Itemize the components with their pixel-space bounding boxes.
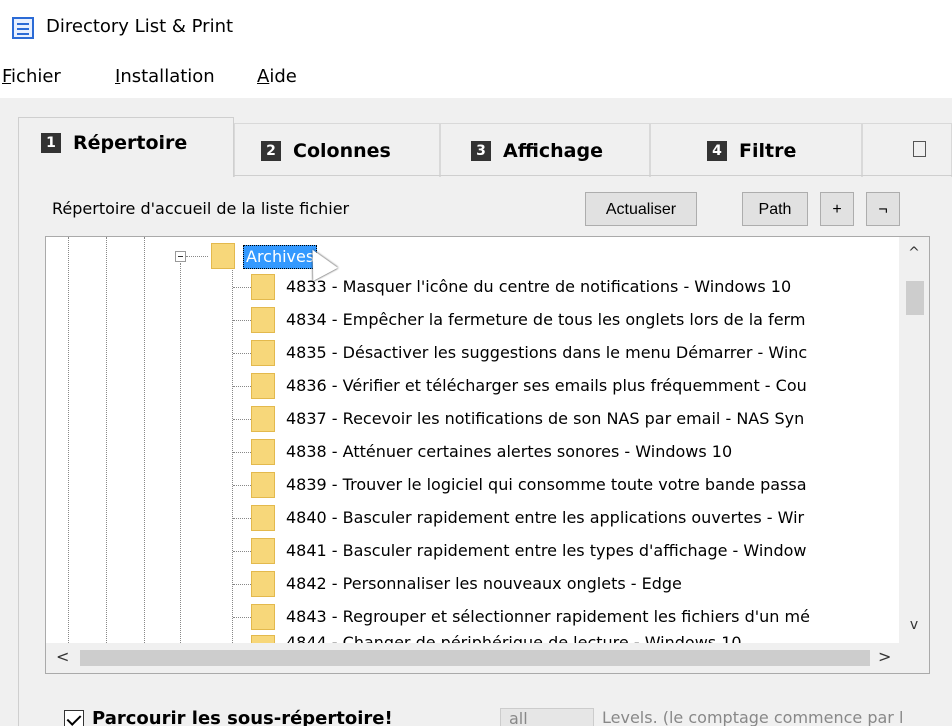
tab-colonnes[interactable]: 2 Colonnes <box>234 123 440 177</box>
folder-icon <box>251 406 275 432</box>
title-bar: Directory List & Print <box>0 0 952 62</box>
list-item[interactable]: 4834 - Empêcher la fermeture de tous les… <box>286 303 805 336</box>
app-list-icon <box>12 17 34 39</box>
folder-icon <box>251 571 275 597</box>
folder-icon <box>251 538 275 564</box>
list-item[interactable]: 4841 - Basculer rapidement entre les typ… <box>286 534 806 567</box>
directory-tree[interactable]: Archives 4833 - Masquer l'icône du centr… <box>45 236 930 674</box>
levels-description: Levels. (le comptage commence par l <box>602 708 904 726</box>
folder-icon <box>251 604 275 630</box>
not-button[interactable]: ¬ <box>866 192 900 226</box>
scroll-right-arrow-icon[interactable]: > <box>878 647 891 666</box>
scroll-down-arrow-icon[interactable]: v <box>899 617 929 633</box>
list-item[interactable]: 4838 - Atténuer certaines alertes sonore… <box>286 435 732 468</box>
tab-filtre[interactable]: 4 Filtre <box>650 123 862 177</box>
folder-icon <box>251 274 275 300</box>
tab-repertoire[interactable]: 1 Répertoire <box>18 117 234 177</box>
folder-icon <box>211 243 235 269</box>
list-item[interactable]: 4835 - Désactiver les suggestions dans l… <box>286 336 807 369</box>
options-row: Parcourir les sous-répertoire! all Level… <box>0 700 952 726</box>
scroll-corner <box>899 643 929 673</box>
list-item[interactable]: 4836 - Vérifier et télécharger ses email… <box>286 369 807 402</box>
collapse-toggle[interactable] <box>175 251 186 262</box>
scroll-up-arrow-icon[interactable]: ^ <box>899 245 929 261</box>
menu-bar: Fichier Installation Aide <box>0 62 952 98</box>
folder-icon <box>251 505 275 531</box>
folder-icon <box>251 439 275 465</box>
horizontal-scrollbar[interactable]: < > <box>46 643 901 673</box>
menu-aide[interactable]: Aide <box>257 66 297 87</box>
path-button[interactable]: Path <box>742 192 808 226</box>
levels-select[interactable]: all <box>500 708 594 726</box>
window-title: Directory List & Print <box>46 16 234 37</box>
menu-installation[interactable]: Installation <box>115 66 215 87</box>
horizontal-scroll-thumb[interactable] <box>80 650 870 666</box>
list-item[interactable]: 4839 - Trouver le logiciel qui consomme … <box>286 468 807 501</box>
folder-icon <box>251 373 275 399</box>
tab-more[interactable] <box>862 123 952 177</box>
add-button[interactable]: + <box>820 192 854 226</box>
home-directory-label: Répertoire d'accueil de la liste fichier <box>52 199 350 218</box>
folder-icon <box>251 307 275 333</box>
subdirectories-checkbox[interactable] <box>64 710 84 726</box>
refresh-button[interactable]: Actualiser <box>585 192 697 226</box>
tab-affichage[interactable]: 3 Affichage <box>440 123 650 177</box>
folder-icon <box>251 340 275 366</box>
tab-bar: 1 Répertoire 2 Colonnes 3 Affichage 4 Filtre <box>0 117 952 177</box>
vertical-scrollbar[interactable]: ^ v <box>899 237 929 645</box>
list-item[interactable]: 4833 - Masquer l'icône du centre de noti… <box>286 270 791 303</box>
list-item[interactable]: 4840 - Basculer rapidement entre les app… <box>286 501 804 534</box>
vertical-scroll-thumb[interactable] <box>906 281 924 315</box>
list-item[interactable]: 4837 - Recevoir les notifications de son… <box>286 402 804 435</box>
subdirectories-label: Parcourir les sous-répertoire! <box>92 708 393 726</box>
list-item[interactable]: 4842 - Personnaliser les nouveaux onglet… <box>286 567 682 600</box>
scroll-left-arrow-icon[interactable]: < <box>56 647 69 666</box>
menu-fichier[interactable]: Fichier <box>2 66 61 87</box>
folder-icon <box>251 472 275 498</box>
document-icon <box>913 141 926 157</box>
